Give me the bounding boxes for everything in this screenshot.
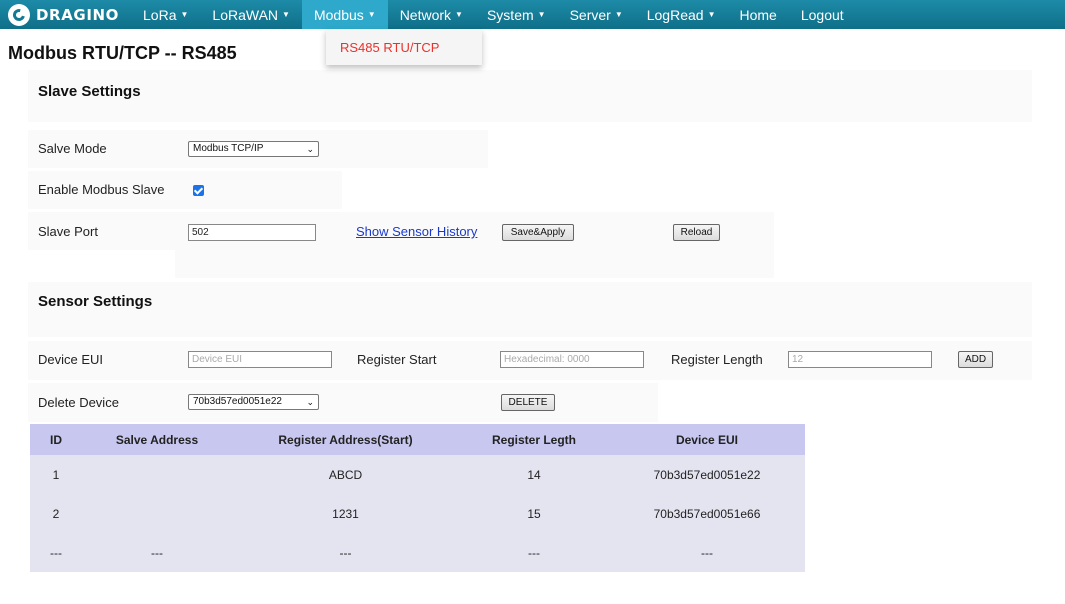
delete-device-label: Delete Device <box>38 395 119 410</box>
register-start-input[interactable] <box>500 351 644 368</box>
nav-network-label: Network <box>399 6 452 23</box>
chevron-down-icon: ▼ <box>282 10 290 19</box>
cell-register-address: --- <box>232 533 459 572</box>
cell-device-eui: 70b3d57ed0051e22 <box>609 455 805 494</box>
register-length-input[interactable] <box>788 351 932 368</box>
dragino-logo[interactable]: DRAGINO <box>0 0 125 29</box>
nav-lorawan-label: LoRaWAN <box>212 6 279 23</box>
delete-button[interactable]: DELETE <box>501 394 555 411</box>
device-eui-input[interactable] <box>188 351 332 368</box>
col-device-eui-header: Device EUI <box>609 424 805 455</box>
sensor-settings-title: Sensor Settings <box>38 293 153 310</box>
top-navbar: DRAGINO LoRa ▼ LoRaWAN ▼ Modbus ▼ Networ… <box>0 0 1065 29</box>
nav-lora[interactable]: LoRa ▼ <box>131 0 200 29</box>
modbus-dropdown-menu: RS485 RTU/TCP <box>326 29 482 65</box>
cell-device-eui: --- <box>609 533 805 572</box>
nav-home-label: Home <box>739 6 777 23</box>
table-row: 2 1231 15 70b3d57ed0051e66 <box>30 494 805 533</box>
nav-logread[interactable]: LogRead ▼ <box>635 0 728 29</box>
chevron-down-icon: ▼ <box>180 10 189 19</box>
slave-mode-select[interactable]: Modbus TCP/IP ⌄ <box>188 141 319 157</box>
save-apply-button[interactable]: Save&Apply <box>502 224 574 241</box>
chevron-down-icon: ⌄ <box>306 397 314 407</box>
nav-logout[interactable]: Logout <box>789 0 856 29</box>
delete-device-value: 70b3d57ed0051e22 <box>193 396 282 407</box>
enable-modbus-slave-label: Enable Modbus Slave <box>38 182 165 197</box>
cell-salve-address: --- <box>82 533 232 572</box>
row-bg-delete <box>28 383 658 422</box>
nav-logread-label: LogRead <box>646 6 704 23</box>
show-sensor-history-link[interactable]: Show Sensor History <box>356 224 477 239</box>
chevron-down-icon: ▼ <box>455 10 463 19</box>
nav-lorawan[interactable]: LoRaWAN ▼ <box>200 0 302 29</box>
reload-button[interactable]: Reload <box>673 224 720 241</box>
col-register-address-header: Register Address(Start) <box>232 424 459 455</box>
chevron-down-icon: ▼ <box>614 10 623 19</box>
table-row: --- --- --- --- --- <box>30 533 805 572</box>
cell-id: --- <box>30 533 82 572</box>
nav-system[interactable]: System ▼ <box>475 0 558 29</box>
dropdown-item-rs485[interactable]: RS485 RTU/TCP <box>340 40 439 55</box>
slave-port-input[interactable] <box>188 224 316 241</box>
table-header-row: ID Salve Address Register Address(Start)… <box>30 424 805 455</box>
nav-lora-label: LoRa <box>143 6 177 23</box>
register-start-label: Register Start <box>357 352 437 367</box>
register-length-label: Register Length <box>671 352 763 367</box>
slave-mode-label: Salve Mode <box>38 141 107 156</box>
cell-id: 2 <box>30 494 82 533</box>
slave-settings-header <box>28 70 1032 122</box>
nav-server-label: Server <box>569 6 611 23</box>
page-title: Modbus RTU/TCP -- RS485 <box>8 43 237 63</box>
dragino-logo-icon <box>8 3 30 26</box>
cell-salve-address <box>82 494 232 533</box>
device-eui-label: Device EUI <box>38 352 104 367</box>
col-register-length-header: Register Legth <box>459 424 609 455</box>
chevron-down-icon: ▼ <box>367 10 376 19</box>
sensor-settings-header <box>28 282 1032 337</box>
col-salve-address-header: Salve Address <box>82 424 232 455</box>
nav-server[interactable]: Server ▼ <box>558 0 635 29</box>
delete-device-select[interactable]: 70b3d57ed0051e22 ⌄ <box>188 394 319 410</box>
col-id-header: ID <box>30 424 82 455</box>
nav-modbus[interactable]: Modbus ▼ <box>301 0 388 29</box>
cell-id: 1 <box>30 455 82 494</box>
cell-register-length: 15 <box>459 494 609 533</box>
cell-register-address: ABCD <box>232 455 459 494</box>
chevron-down-icon: ⌄ <box>306 144 314 154</box>
nav-logout-label: Logout <box>800 6 844 23</box>
slave-settings-title: Slave Settings <box>38 83 141 100</box>
nav-home[interactable]: Home <box>727 0 788 29</box>
device-table: ID Salve Address Register Address(Start)… <box>30 424 805 572</box>
row-bg-port-ext <box>175 250 774 278</box>
chevron-down-icon: ▼ <box>537 10 546 19</box>
nav-system-label: System <box>486 6 534 23</box>
add-button[interactable]: ADD <box>958 351 993 368</box>
nav-network[interactable]: Network ▼ <box>388 0 475 29</box>
cell-register-address: 1231 <box>232 494 459 533</box>
cell-register-length: --- <box>459 533 609 572</box>
slave-mode-value: Modbus TCP/IP <box>193 143 264 154</box>
cell-register-length: 14 <box>459 455 609 494</box>
enable-modbus-slave-checkbox[interactable] <box>193 185 204 196</box>
table-row: 1 ABCD 14 70b3d57ed0051e22 <box>30 455 805 494</box>
cell-device-eui: 70b3d57ed0051e66 <box>609 494 805 533</box>
logo-text: DRAGINO <box>36 5 120 24</box>
cell-salve-address <box>82 455 232 494</box>
chevron-down-icon: ▼ <box>707 10 716 19</box>
slave-port-label: Slave Port <box>38 224 98 239</box>
nav-modbus-label: Modbus <box>313 6 364 23</box>
